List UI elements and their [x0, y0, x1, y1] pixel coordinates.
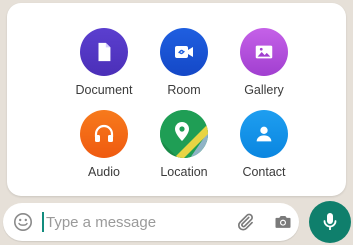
message-composer: [3, 203, 299, 241]
video-link-icon: [160, 28, 208, 76]
headphones-icon: [80, 110, 128, 158]
camera-icon[interactable]: [273, 212, 293, 232]
attach-audio-label: Audio: [88, 165, 120, 179]
attachment-menu: Document Room Gallery Audio Location Con…: [7, 3, 346, 196]
message-input[interactable]: [46, 211, 216, 233]
attach-document-label: Document: [75, 83, 133, 97]
attach-location-label: Location: [160, 165, 208, 179]
attach-location-button[interactable]: Location: [142, 110, 226, 179]
image-icon: [240, 28, 288, 76]
document-icon: [80, 28, 128, 76]
chat-screen: Document Room Gallery Audio Location Con…: [0, 0, 353, 245]
attach-audio-button[interactable]: Audio: [62, 110, 146, 179]
text-cursor: [42, 212, 44, 232]
attach-contact-label: Contact: [242, 165, 286, 179]
person-icon: [240, 110, 288, 158]
paperclip-icon[interactable]: [235, 212, 255, 232]
voice-record-button[interactable]: [309, 201, 351, 243]
attach-gallery-button[interactable]: Gallery: [222, 28, 306, 97]
map-pin-icon: [160, 110, 208, 158]
emoji-icon[interactable]: [13, 212, 33, 232]
attach-document-button[interactable]: Document: [62, 28, 146, 97]
microphone-icon: [323, 213, 337, 230]
attach-room-label: Room: [167, 83, 201, 97]
attach-room-button[interactable]: Room: [142, 28, 226, 97]
attach-contact-button[interactable]: Contact: [222, 110, 306, 179]
attach-gallery-label: Gallery: [244, 83, 284, 97]
